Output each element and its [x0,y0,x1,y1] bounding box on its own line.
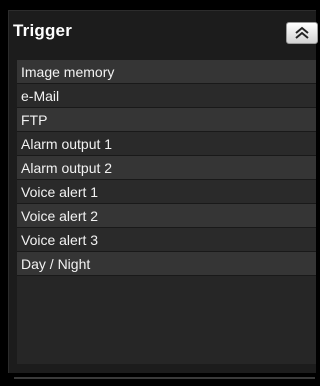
trigger-list: Image memory e-Mail FTP Alarm output 1 A… [17,60,316,364]
divider [14,377,315,379]
list-item[interactable]: Alarm output 1 [17,132,316,156]
panel-header: Trigger [9,11,318,51]
list-item[interactable]: Voice alert 1 [17,180,316,204]
list-item[interactable]: e-Mail [17,84,316,108]
list-item[interactable]: Day / Night [17,252,316,276]
list-item[interactable]: Alarm output 2 [17,156,316,180]
list-item[interactable]: FTP [17,108,316,132]
trigger-panel: Trigger Image memory e-Mail FTP Alarm ou… [8,10,318,373]
panel-title: Trigger [13,21,73,40]
list-item[interactable]: Voice alert 2 [17,204,316,228]
double-chevron-up-icon [295,26,309,39]
list-item[interactable]: Image memory [17,60,316,84]
list-item[interactable]: Voice alert 3 [17,228,316,252]
collapse-button[interactable] [286,22,318,44]
